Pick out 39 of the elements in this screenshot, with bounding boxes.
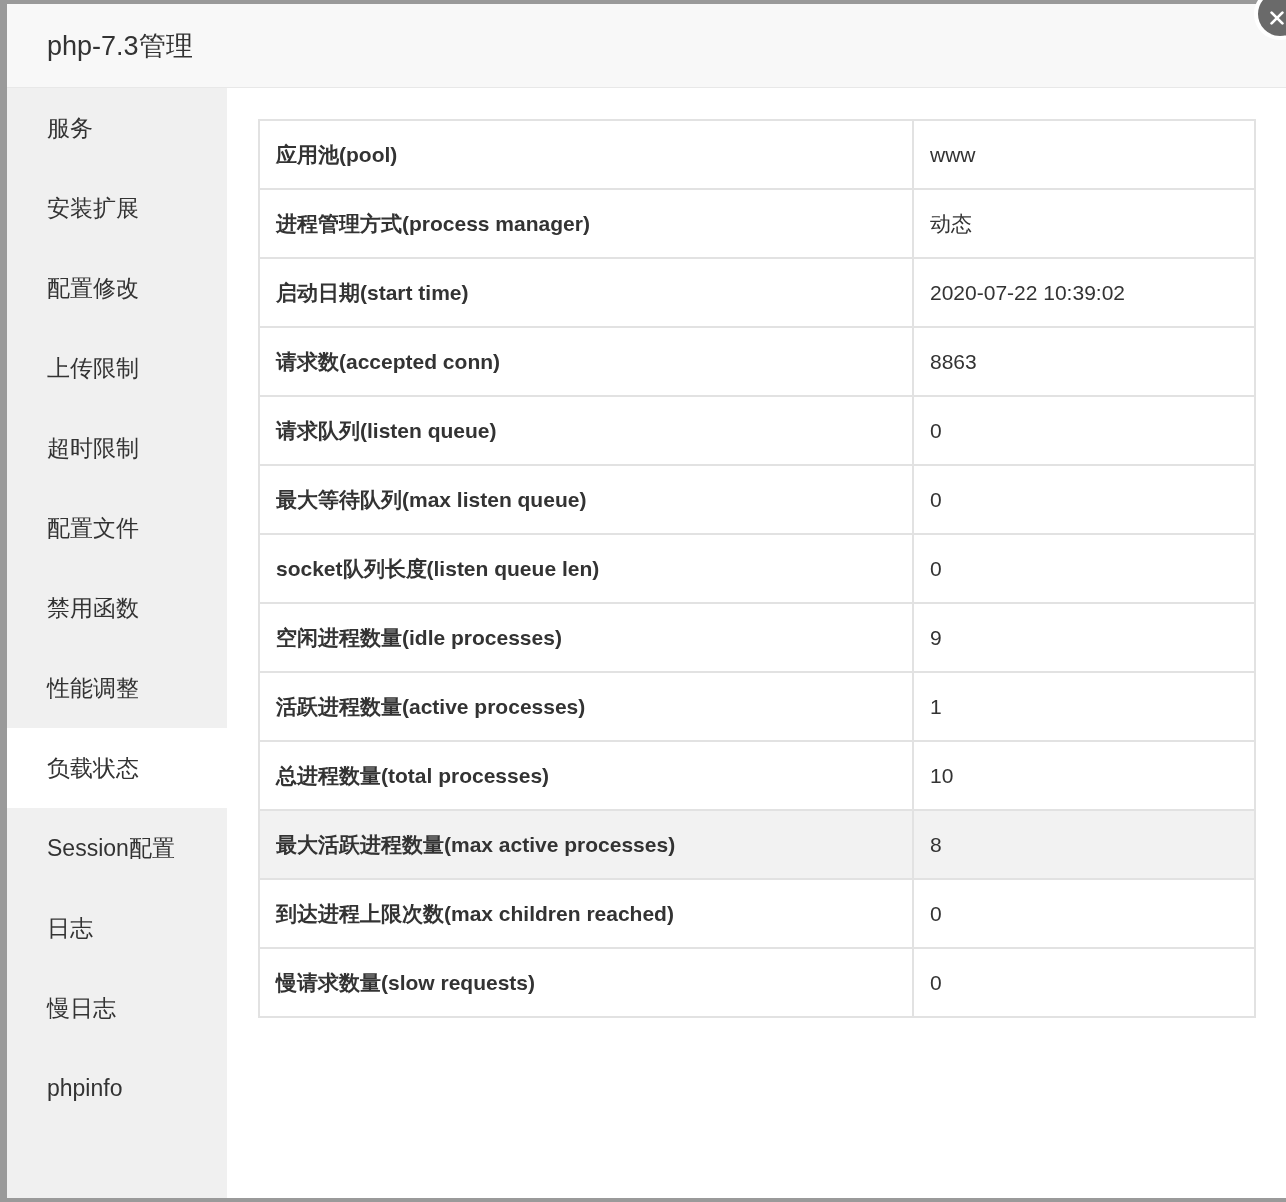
table-cell: 到达进程上限次数(max children reached) — [259, 879, 913, 948]
table-cell: 慢请求数量(slow requests) — [259, 948, 913, 1017]
table-cell: 0 — [913, 396, 1255, 465]
sidebar-item[interactable]: 配置修改 — [7, 248, 227, 328]
table-cell: 最大活跃进程数量(max active processes) — [259, 810, 913, 879]
sidebar-item[interactable]: 配置文件 — [7, 488, 227, 568]
table-cell: 1 — [913, 672, 1255, 741]
table-cell: 0 — [913, 879, 1255, 948]
table-cell: 0 — [913, 948, 1255, 1017]
sidebar-item[interactable]: 上传限制 — [7, 328, 227, 408]
table-cell: 应用池(pool) — [259, 120, 913, 189]
sidebar-item[interactable]: 超时限制 — [7, 408, 227, 488]
table-cell: 请求队列(listen queue) — [259, 396, 913, 465]
table-cell: 动态 — [913, 189, 1255, 258]
table-cell: 活跃进程数量(active processes) — [259, 672, 913, 741]
table-cell: 2020-07-22 10:39:02 — [913, 258, 1255, 327]
sidebar-item[interactable]: 日志 — [7, 888, 227, 968]
sidebar-item[interactable]: 安装扩展 — [7, 168, 227, 248]
table-cell: 最大等待队列(max listen queue) — [259, 465, 913, 534]
sidebar-item[interactable]: Session配置 — [7, 808, 227, 888]
sidebar-item[interactable]: 负载状态 — [7, 728, 227, 808]
table-cell: 8 — [913, 810, 1255, 879]
table-cell: 请求数(accepted conn) — [259, 327, 913, 396]
table-cell: www — [913, 120, 1255, 189]
sidebar-item[interactable]: 慢日志 — [7, 968, 227, 1048]
table-cell: 0 — [913, 465, 1255, 534]
sidebar-item[interactable]: 服务 — [7, 88, 227, 168]
table-cell: 启动日期(start time) — [259, 258, 913, 327]
sidebar-item[interactable]: 性能调整 — [7, 648, 227, 728]
table-cell: socket队列长度(listen queue len) — [259, 534, 913, 603]
table-cell: 空闲进程数量(idle processes) — [259, 603, 913, 672]
table-cell: 9 — [913, 603, 1255, 672]
close-icon — [1268, 9, 1286, 27]
window-title: php-7.3管理 — [47, 29, 193, 63]
table-cell: 0 — [913, 534, 1255, 603]
table-cell: 8863 — [913, 327, 1255, 396]
sidebar-item[interactable]: 禁用函数 — [7, 568, 227, 648]
table-cell: 进程管理方式(process manager) — [259, 189, 913, 258]
sidebar-item[interactable]: phpinfo — [7, 1048, 227, 1128]
